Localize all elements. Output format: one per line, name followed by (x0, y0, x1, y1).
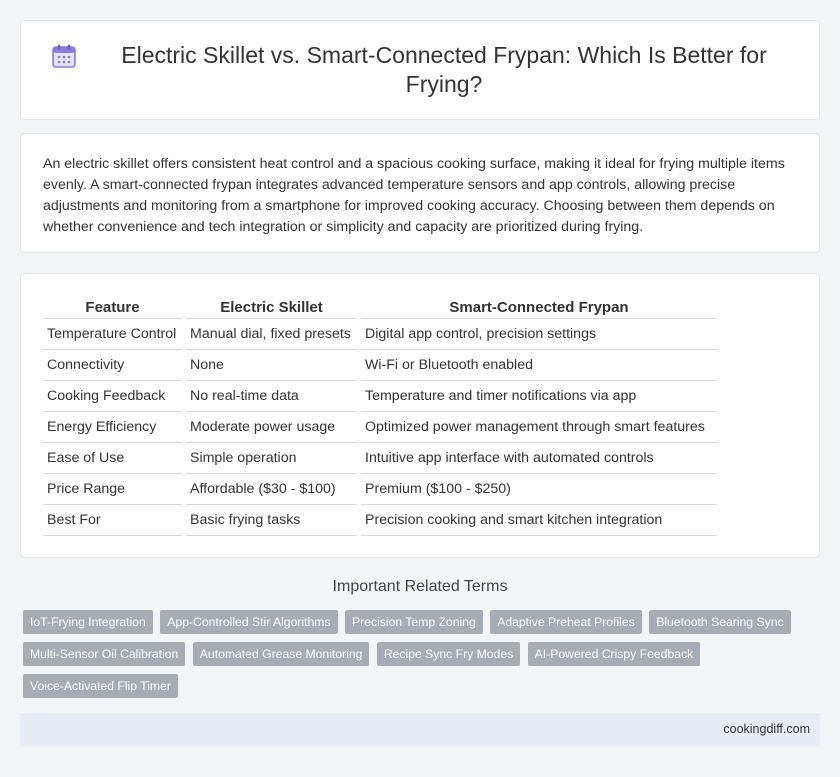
column-header-feature: Feature (43, 296, 182, 319)
table-cell: Optimized power management through smart… (361, 412, 717, 443)
table-cell: Temperature Control (43, 319, 182, 350)
footer-site-link[interactable]: cookingdiff.com (723, 722, 810, 736)
column-header-smart-frypan: Smart-Connected Frypan (361, 296, 717, 319)
table-cell: Ease of Use (43, 443, 182, 474)
related-term-tag[interactable]: Precision Temp Zoning (345, 610, 483, 634)
table-cell: None (186, 350, 357, 381)
column-header-electric-skillet: Electric Skillet (186, 296, 357, 319)
related-term-tag[interactable]: Recipe Sync Fry Modes (376, 642, 521, 666)
table-cell: Precision cooking and smart kitchen inte… (361, 505, 717, 536)
table-cell: Affordable ($30 - $100) (186, 474, 357, 505)
table-row: Best For Basic frying tasks Precision co… (43, 505, 717, 536)
table-cell: Cooking Feedback (43, 381, 182, 412)
table-cell: Wi-Fi or Bluetooth enabled (361, 350, 717, 381)
comparison-table-card: Feature Electric Skillet Smart-Connected… (20, 273, 820, 558)
calendar-icon (52, 44, 76, 68)
intro-card: An electric skillet offers consistent he… (20, 133, 820, 253)
page-title: Electric Skillet vs. Smart-Connected Fry… (121, 42, 767, 97)
table-cell: Price Range (43, 474, 182, 505)
related-term-tag[interactable]: IoT-Frying Integration (23, 610, 153, 634)
table-cell: Intuitive app interface with automated c… (361, 443, 717, 474)
related-terms-tags: IoT-Frying Integration App-Controlled St… (23, 610, 813, 706)
footer: cookingdiff.com (20, 713, 820, 746)
table-row: Ease of Use Simple operation Intuitive a… (43, 443, 717, 474)
related-term-tag[interactable]: App-Controlled Stir Algorithms (160, 610, 338, 634)
table-cell: Manual dial, fixed presets (186, 319, 357, 350)
title-wrap: Electric Skillet vs. Smart-Connected Fry… (21, 41, 819, 99)
comparison-table: Feature Electric Skillet Smart-Connected… (39, 296, 721, 536)
table-cell: Basic frying tasks (186, 505, 357, 536)
related-term-tag[interactable]: Multi-Sensor Oil Calibration (23, 642, 186, 666)
table-row: Connectivity None Wi-Fi or Bluetooth ena… (43, 350, 717, 381)
table-cell: Moderate power usage (186, 412, 357, 443)
related-term-tag[interactable]: AI-Powered Crispy Feedback (527, 642, 701, 666)
table-cell: Simple operation (186, 443, 357, 474)
related-term-tag[interactable]: Voice-Activated Flip Timer (23, 674, 178, 698)
table-cell: Energy Efficiency (43, 412, 182, 443)
table-row: Price Range Affordable ($30 - $100) Prem… (43, 474, 717, 505)
table-header-row: Feature Electric Skillet Smart-Connected… (43, 296, 717, 319)
intro-paragraph: An electric skillet offers consistent he… (43, 156, 785, 235)
related-terms-heading: Important Related Terms (332, 578, 508, 595)
related-term-tag[interactable]: Automated Grease Monitoring (192, 642, 370, 666)
table-cell: No real-time data (186, 381, 357, 412)
related-term-tag[interactable]: Bluetooth Searing Sync (649, 610, 791, 634)
table-cell: Connectivity (43, 350, 182, 381)
title-card: Electric Skillet vs. Smart-Connected Fry… (20, 20, 820, 120)
table-row: Cooking Feedback No real-time data Tempe… (43, 381, 717, 412)
table-row: Energy Efficiency Moderate power usage O… (43, 412, 717, 443)
table-cell: Temperature and timer notifications via … (361, 381, 717, 412)
table-cell: Premium ($100 - $250) (361, 474, 717, 505)
table-row: Temperature Control Manual dial, fixed p… (43, 319, 717, 350)
related-term-tag[interactable]: Adaptive Preheat Profiles (490, 610, 642, 634)
table-cell: Best For (43, 505, 182, 536)
table-cell: Digital app control, precision settings (361, 319, 717, 350)
